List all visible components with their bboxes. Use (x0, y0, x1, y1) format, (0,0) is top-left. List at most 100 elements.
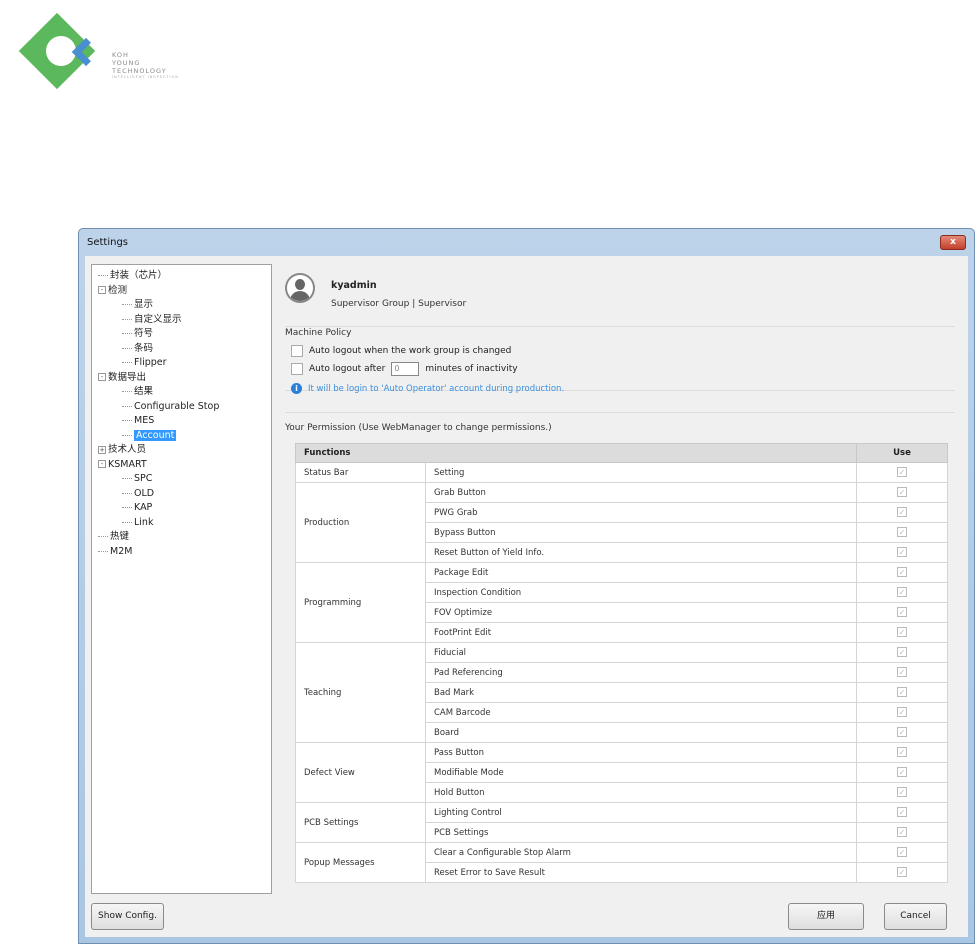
tree-item[interactable]: Link (92, 516, 271, 531)
expand-icon[interactable]: + (98, 445, 106, 454)
use-header: Use (856, 443, 948, 463)
use-checkbox[interactable]: ✓ (897, 867, 907, 877)
inactivity-minutes-input[interactable]: 0 (391, 362, 420, 376)
function-name: Hold Button (425, 782, 857, 803)
use-checkbox[interactable]: ✓ (897, 727, 907, 737)
avatar-icon (285, 273, 315, 303)
function-group: Programming (295, 562, 426, 643)
use-checkbox[interactable]: ✓ (897, 787, 907, 797)
tree-item[interactable]: Configurable Stop (92, 400, 271, 415)
logout-after-inactivity-checkbox[interactable] (291, 363, 303, 375)
function-name: Pass Button (425, 742, 857, 763)
use-checkbox[interactable]: ✓ (897, 607, 907, 617)
option-label: Auto logout when the work group is chang… (309, 346, 512, 356)
collapse-icon[interactable]: - (98, 373, 106, 381)
collapse-icon[interactable]: - (98, 460, 106, 468)
tree-item-label: Flipper (134, 357, 167, 368)
function-name: Bypass Button (425, 522, 857, 543)
function-name: PCB Settings (425, 822, 857, 843)
function-group: Production (295, 482, 426, 563)
tree-item[interactable]: 热键 (92, 530, 271, 545)
function-name: Bad Mark (425, 682, 857, 703)
function-group: Teaching (295, 642, 426, 743)
function-name: FootPrint Edit (425, 622, 857, 643)
show-config-button[interactable]: Show Config. (91, 903, 164, 930)
function-name: Reset Error to Save Result (425, 862, 857, 883)
koh-young-logo: KOH YOUNG TECHNOLOGY INTELLIGENT INSPECTION (18, 12, 188, 94)
table-row: PCB Settings Lighting Control ✓ (295, 802, 948, 843)
tree-item-label: SPC (134, 473, 153, 484)
use-checkbox[interactable]: ✓ (897, 827, 907, 837)
use-checkbox[interactable]: ✓ (897, 707, 907, 717)
tree-item[interactable]: 符号 (92, 327, 271, 342)
function-group: Defect View (295, 742, 426, 803)
tree-item-label: 结果 (134, 386, 154, 397)
tree-item-label: MES (134, 415, 155, 426)
cancel-button[interactable]: Cancel (884, 903, 947, 930)
table-row: Status Bar Setting ✓ (295, 462, 948, 483)
function-name: Clear a Configurable Stop Alarm (425, 842, 857, 863)
tree-item[interactable]: 自定义显示 (92, 313, 271, 328)
tree-item-label: Configurable Stop (134, 400, 220, 412)
use-checkbox[interactable]: ✓ (897, 647, 907, 657)
use-checkbox[interactable]: ✓ (897, 587, 907, 597)
close-button[interactable]: x (940, 235, 966, 250)
use-checkbox[interactable]: ✓ (897, 527, 907, 537)
user-name: kyadmin (331, 280, 377, 291)
tree-item[interactable]: OLD (92, 487, 271, 502)
tree-item[interactable]: SPC (92, 472, 271, 487)
use-checkbox[interactable]: ✓ (897, 507, 907, 517)
use-checkbox[interactable]: ✓ (897, 567, 907, 577)
tree-item-label: 技术人员 (108, 444, 147, 455)
logout-on-group-change-checkbox[interactable] (291, 345, 303, 357)
function-name: Lighting Control (425, 802, 857, 823)
tree-item-label: 检测 (108, 284, 128, 296)
table-row: Teaching Fiducial ✓ (295, 642, 948, 743)
tree-item-label: 条码 (134, 342, 154, 354)
function-name: Modifiable Mode (425, 762, 857, 783)
use-checkbox[interactable]: ✓ (897, 547, 907, 557)
settings-tree[interactable]: 封装（芯片） - 检测 显示 自定义显示 符号 条码 Flipper - 数据导出 结果 Config… (91, 264, 272, 894)
table-row: Programming Package Edit ✓ (295, 562, 948, 643)
use-checkbox[interactable]: ✓ (897, 487, 907, 497)
tree-item-label: 数据导出 (108, 371, 147, 383)
tree-item[interactable]: MES (92, 414, 271, 429)
dialog-title: Settings (87, 237, 129, 248)
tree-item[interactable]: 条码 (92, 342, 271, 357)
tree-item[interactable]: - 数据导出 (92, 371, 271, 386)
tree-item[interactable]: Account (92, 429, 271, 444)
tree-item[interactable]: M2M (92, 545, 271, 560)
function-name: FOV Optimize (425, 602, 857, 623)
use-checkbox[interactable]: ✓ (897, 687, 907, 697)
tree-item[interactable]: 显示 (92, 298, 271, 313)
permission-section: Your Permission (Use WebManager to chang… (285, 412, 955, 894)
use-checkbox[interactable]: ✓ (897, 467, 907, 477)
collapse-icon[interactable]: - (98, 286, 106, 294)
use-checkbox[interactable]: ✓ (897, 807, 907, 817)
use-checkbox[interactable]: ✓ (897, 627, 907, 637)
info-icon: i (291, 383, 302, 394)
option-label: minutes of inactivity (425, 364, 518, 374)
tree-item[interactable]: Flipper (92, 356, 271, 371)
table-row: Defect View Pass Button ✓ (295, 742, 948, 803)
tree-item[interactable]: KAP (92, 501, 271, 516)
tree-item[interactable]: 封装（芯片） (92, 269, 271, 284)
tree-item[interactable]: 结果 (92, 385, 271, 400)
use-checkbox[interactable]: ✓ (897, 747, 907, 757)
tree-item[interactable]: - KSMART (92, 458, 271, 473)
info-text: It will be login to 'Auto Operator' acco… (308, 383, 565, 394)
tree-item-label: 封装（芯片） (110, 270, 168, 281)
tree-item[interactable]: - 检测 (92, 284, 271, 299)
use-checkbox[interactable]: ✓ (897, 847, 907, 857)
tree-item-label: M2M (110, 545, 133, 557)
tree-item-label: 符号 (134, 328, 154, 339)
use-checkbox[interactable]: ✓ (897, 667, 907, 677)
tree-item[interactable]: + 技术人员 (92, 443, 271, 458)
account-panel: kyadmin Supervisor Group | Supervisor Ma… (281, 264, 956, 894)
use-checkbox[interactable]: ✓ (897, 767, 907, 777)
function-name: Reset Button of Yield Info. (425, 542, 857, 563)
function-group: PCB Settings (295, 802, 426, 843)
function-name: Inspection Condition (425, 582, 857, 603)
function-name: Grab Button (425, 482, 857, 503)
apply-button[interactable]: 应用 (788, 903, 864, 930)
